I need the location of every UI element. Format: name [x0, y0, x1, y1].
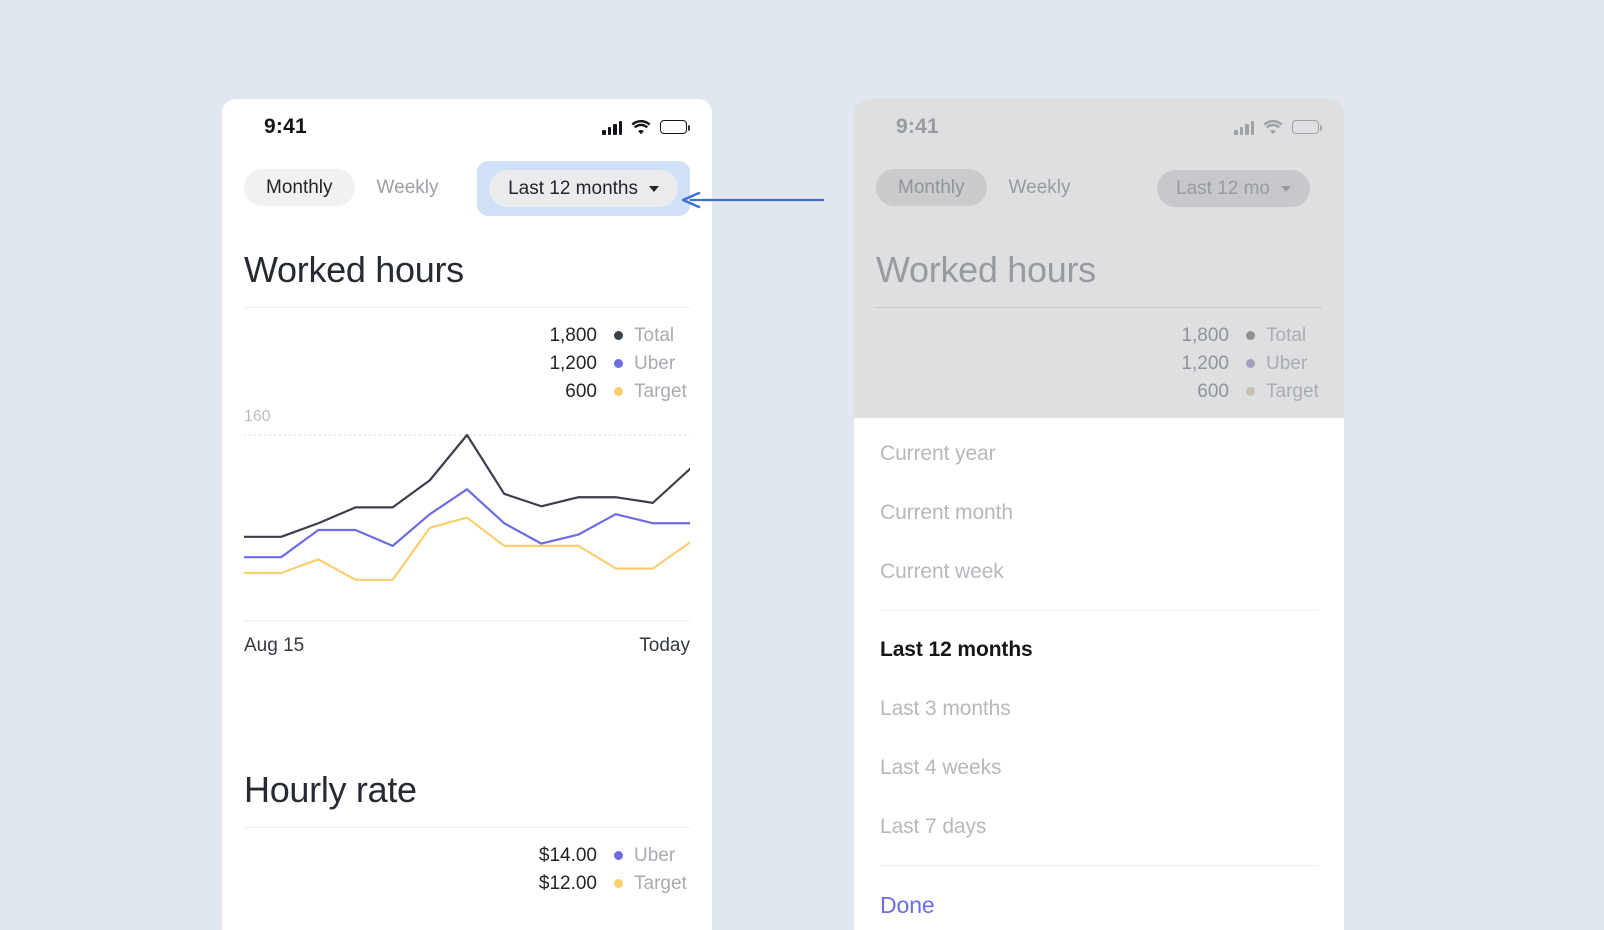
page-title-hourly-rate: Hourly rate: [244, 768, 417, 810]
date-range-highlight: Last 12 months: [477, 161, 690, 216]
legend-value: 600: [1197, 380, 1229, 402]
cellular-signal-icon: [1234, 120, 1254, 135]
sheet-option-last-3-months[interactable]: Last 3 months: [880, 679, 1318, 738]
tab-monthly[interactable]: Monthly: [244, 169, 355, 206]
legend-color-dot-total: [1246, 331, 1255, 341]
date-range-label: Last 12 mo: [1176, 178, 1270, 199]
sheet-option-current-week[interactable]: Current week: [880, 542, 1318, 601]
legend-item: 600 Target: [244, 378, 690, 406]
worked-hours-section: Worked hours 1,800 Total 1,200 Uber 600 …: [854, 229, 1344, 410]
legend-item: $12.00 Target: [244, 870, 690, 898]
battery-icon: [1292, 120, 1322, 134]
tab-weekly[interactable]: Weekly: [987, 169, 1093, 206]
date-range-label: Last 12 months: [508, 178, 638, 199]
legend-item: 1,800 Total: [876, 322, 1322, 350]
legend-value: $14.00: [538, 844, 597, 866]
wifi-icon: [1263, 119, 1283, 135]
legend-color-dot-total: [614, 331, 623, 341]
screenshot-canvas: 9:41 Monthly Weekly Last 12 months Worke…: [0, 0, 1604, 930]
hourly-rate-legend: $14.00 Uber $12.00 Target: [244, 828, 690, 902]
legend-color-dot-uber: [1246, 359, 1255, 369]
worked-hours-section: Worked hours 1,800 Total 1,200 Uber 600 …: [222, 229, 712, 657]
legend-label: Total: [1266, 324, 1307, 346]
sheet-option-last-12-months[interactable]: Last 12 months: [880, 620, 1318, 679]
legend-value: 1,200: [549, 352, 597, 374]
sheet-option-last-4-weeks[interactable]: Last 4 weeks: [880, 738, 1318, 797]
legend-color-dot-target: [1246, 387, 1255, 397]
legend-label: Uber: [634, 352, 676, 374]
filter-toolbar: Monthly Weekly Last 12 mo: [854, 161, 1344, 229]
tab-monthly[interactable]: Monthly: [876, 169, 987, 206]
legend-value: 1,800: [549, 324, 597, 346]
divider: [880, 865, 1318, 866]
legend-item: 1,200 Uber: [876, 350, 1322, 378]
legend-label: Target: [1266, 380, 1319, 402]
legend-color-dot-uber: [614, 851, 623, 861]
date-range-highlight: Last 12 mo: [1145, 161, 1322, 216]
battery-icon: [660, 120, 690, 134]
worked-hours-legend: 1,800 Total 1,200 Uber 600 Target: [876, 308, 1322, 410]
tab-weekly[interactable]: Weekly: [355, 169, 461, 206]
segmented-control[interactable]: Monthly Weekly: [244, 169, 460, 206]
status-bar-time: 9:41: [264, 115, 307, 138]
done-button[interactable]: Done: [880, 875, 1318, 930]
legend-color-dot-uber: [614, 359, 623, 369]
status-bar-icons: [602, 117, 690, 137]
status-bar: 9:41: [222, 99, 712, 161]
legend-value: 1,200: [1181, 352, 1229, 374]
legend-value: 1,800: [1181, 324, 1229, 346]
legend-label: Total: [634, 324, 675, 346]
legend-item: 600 Target: [876, 378, 1322, 406]
sheet-option-current-year[interactable]: Current year: [880, 424, 1318, 483]
legend-label: Target: [634, 872, 687, 894]
segmented-control[interactable]: Monthly Weekly: [876, 169, 1092, 206]
status-bar: 9:41: [854, 99, 1344, 161]
line-chart-svg: [244, 428, 690, 623]
chart-y-max-label: 160: [244, 407, 271, 425]
page-title-worked-hours: Worked hours: [244, 249, 464, 290]
sheet-option-last-7-days[interactable]: Last 7 days: [880, 797, 1318, 856]
chart-x-axis: Aug 15 Today: [244, 623, 690, 657]
chevron-down-icon: [649, 185, 659, 192]
divider: [880, 610, 1318, 611]
legend-item: 1,800 Total: [244, 322, 690, 350]
cellular-signal-icon: [602, 120, 622, 135]
status-bar-icons: [1234, 117, 1322, 137]
date-range-dropdown-button[interactable]: Last 12 mo: [1157, 170, 1310, 207]
hourly-rate-section: Hourly rate $14.00 Uber $12.00 Target: [222, 749, 712, 902]
phone-panel-right: 9:41 Monthly Weekly Last 12 mo Worked ho…: [854, 99, 1344, 930]
legend-color-dot-target: [614, 387, 623, 397]
worked-hours-legend: 1,800 Total 1,200 Uber 600 Target: [244, 308, 690, 410]
wifi-icon: [631, 119, 651, 135]
filter-toolbar: Monthly Weekly Last 12 months: [222, 161, 712, 229]
legend-label: Target: [634, 380, 687, 402]
legend-value: 600: [565, 380, 597, 402]
worked-hours-chart: 160 Aug 15 Today: [244, 408, 690, 657]
legend-value: $12.00: [538, 872, 597, 894]
date-range-dropdown-button[interactable]: Last 12 months: [489, 170, 678, 207]
chart-x-end-label: Today: [639, 634, 690, 656]
legend-item: $14.00 Uber: [244, 842, 690, 870]
legend-label: Uber: [1266, 352, 1308, 374]
legend-color-dot-target: [614, 879, 623, 889]
legend-label: Uber: [634, 844, 676, 866]
legend-item: 1,200 Uber: [244, 350, 690, 378]
chart-x-start-label: Aug 15: [244, 634, 305, 656]
phone-panel-left: 9:41 Monthly Weekly Last 12 months Worke…: [222, 99, 712, 930]
sheet-option-current-month[interactable]: Current month: [880, 483, 1318, 542]
page-title-worked-hours: Worked hours: [876, 249, 1096, 290]
status-bar-time: 9:41: [896, 115, 939, 138]
chevron-down-icon: [1281, 185, 1291, 192]
date-range-sheet: Current year Current month Current week …: [854, 418, 1344, 930]
